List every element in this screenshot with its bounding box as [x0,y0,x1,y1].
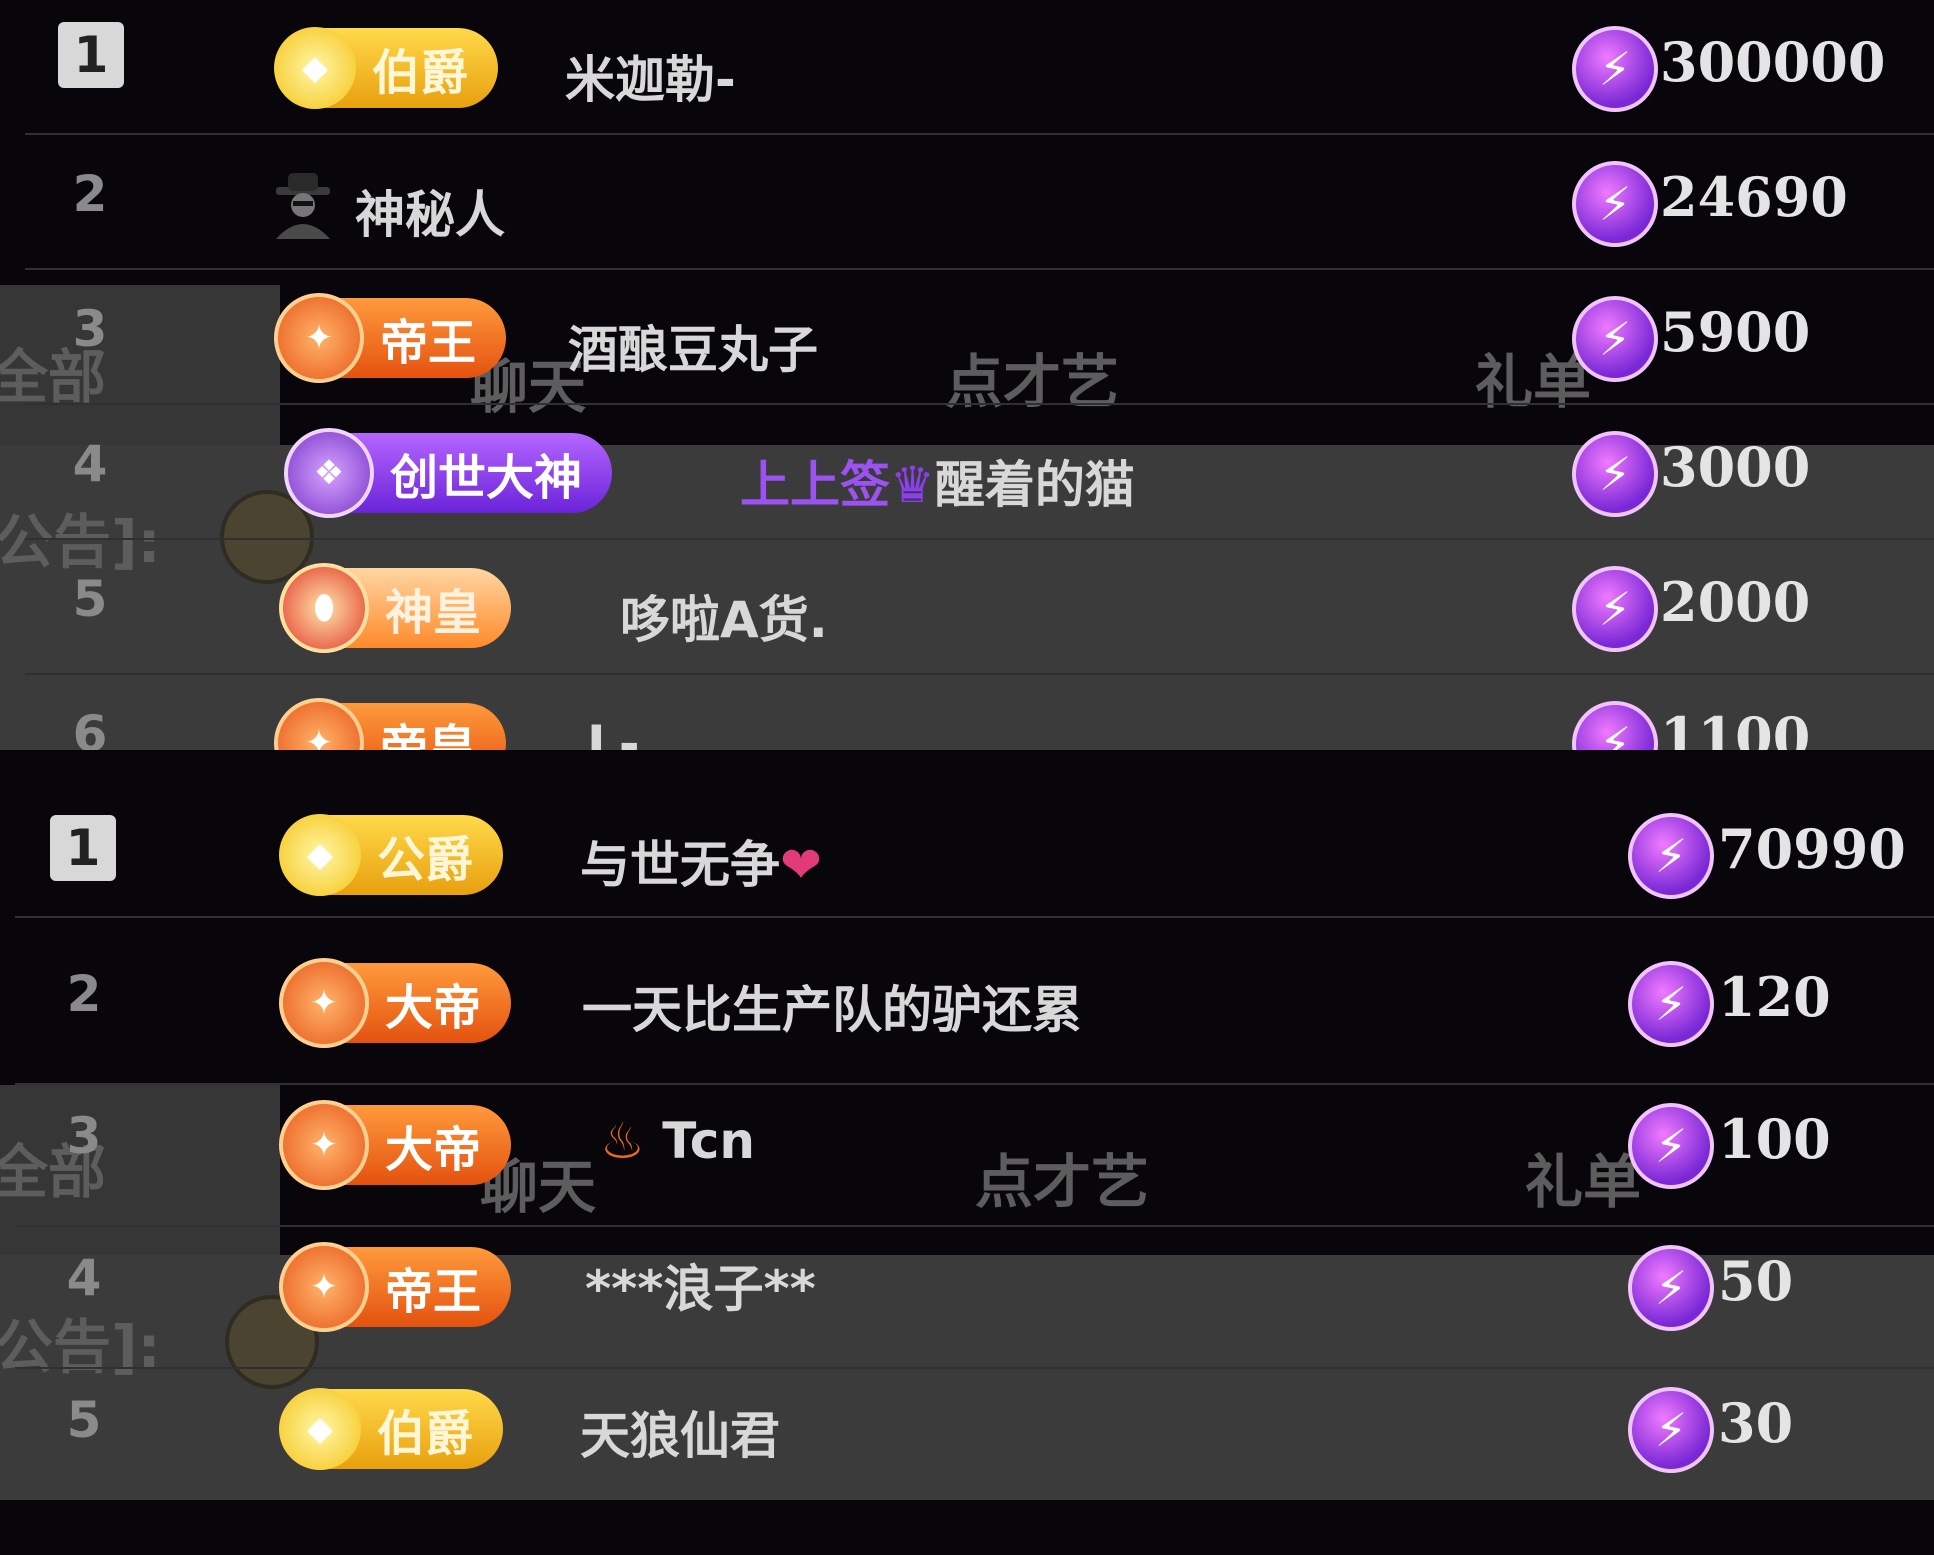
flame-icon: ♨ [600,1112,645,1170]
level-badge: ⬮ 神皇 [279,563,512,653]
diamond-icon: ◆ [274,27,356,109]
leaderboard-panel-1: 全部 公告]: 聊天 点才艺 礼单 1 ◆ 伯爵 米迦勒- ⚡ 300000 2… [0,0,1934,750]
level-badge: ✦ 帝王 [279,1242,512,1332]
leaderboard-row[interactable]: 2 ✦ 大帝 一天比生产队的驴还累 ⚡ 120 [0,945,1934,1085]
lightning-icon: ⚡ [1628,1245,1714,1331]
score-value: 70990 [1718,817,1906,881]
mystery-person-icon [276,173,330,239]
red-gem-icon: ⬮ [279,563,369,653]
score-value: 2000 [1660,570,1811,634]
score-value: 3000 [1660,435,1811,499]
username: 一天比生产队的驴还累 [582,981,1082,1039]
diamond-icon: ◆ [279,814,361,896]
lightning-icon: ⚡ [1628,813,1714,899]
rank-number: 5 [72,570,108,628]
leaderboard-row[interactable]: 1 ◆ 伯爵 米迦勒- ⚡ 300000 [0,0,1934,135]
leaderboard-panel-2: 全部 公告]: 聊天 点才艺 礼单 1 ◆ 公爵 与世无争❤ ⚡ 70990 2… [0,805,1934,1555]
username-with-tag: 上上签♛醒着的猫 [740,456,1135,514]
rank-number: 3 [66,1107,102,1165]
level-badge: ✦ 帝王 [274,293,507,383]
emblem-icon: ✦ [274,698,364,750]
level-badge: ◆ 公爵 [279,814,504,896]
leaderboard-row[interactable]: 3 ✦ 大帝 ♨ Tcn ⚡ 100 [0,1087,1934,1227]
lightning-icon: ⚡ [1572,296,1658,382]
rank-number: 6 [72,705,108,750]
score-value: 50 [1718,1249,1794,1313]
lightning-icon: ⚡ [1572,431,1658,517]
lightning-icon: ⚡ [1572,161,1658,247]
leaderboard-row[interactable]: 4 ✦ 帝王 ***浪子** ⚡ 50 [0,1229,1934,1369]
lightning-icon: ⚡ [1572,566,1658,652]
rank-number: 5 [66,1391,102,1449]
leaderboard-row[interactable]: 6 ✦ 帝皇 .L-. ⚡ 1100 [0,675,1934,750]
level-badge: ✦ 大帝 [279,1100,512,1190]
level-badge: ✦ 帝皇 [274,698,507,750]
rank-badge: 1 [58,22,124,88]
leaderboard-row[interactable]: 2 神秘人 ⚡ 24690 [0,135,1934,270]
rank-number: 2 [72,165,108,223]
rank-number: 4 [66,1249,102,1307]
lightning-icon: ⚡ [1628,1103,1714,1189]
lightning-icon: ⚡ [1572,26,1658,112]
rank-number: 2 [66,965,102,1023]
diamond-icon: ◆ [279,1388,361,1470]
crown-icon: ♛ [890,456,935,514]
leaderboard-row[interactable]: 4 ❖ 创世大神 上上签♛醒着的猫 ⚡ 3000 [0,405,1934,540]
score-value: 24690 [1660,165,1848,229]
lightning-icon: ⚡ [1572,701,1658,750]
level-badge: ◆ 伯爵 [274,27,499,109]
username: 米迦勒- [565,51,736,109]
username: 天狼仙君 [580,1407,780,1465]
emblem-icon: ✦ [274,293,364,383]
heart-icon: ❤ [780,836,822,894]
username: ***浪子** [585,1260,816,1318]
rank-number: 4 [72,435,108,493]
rank-badge: 1 [50,815,116,881]
leaderboard-row[interactable]: 1 ◆ 公爵 与世无争❤ ⚡ 70990 [0,805,1934,940]
emblem-icon: ✦ [279,958,369,1048]
winged-emblem-icon: ❖ [284,428,374,518]
leaderboard-row[interactable]: 5 ⬮ 神皇 哆啦A货. ⚡ 2000 [0,540,1934,675]
username-with-icon: ♨ Tcn [600,1112,755,1170]
emblem-icon: ✦ [279,1242,369,1332]
lightning-icon: ⚡ [1628,961,1714,1047]
username: 哆啦A货. [620,591,828,649]
level-badge: ◆ 伯爵 [279,1388,504,1470]
score-value: 1100 [1660,705,1811,750]
username: .L-. [568,715,659,750]
score-value: 30 [1718,1391,1794,1455]
lightning-icon: ⚡ [1628,1387,1714,1473]
level-badge: ❖ 创世大神 [284,428,613,518]
username: 酒酿豆丸子 [568,321,818,379]
score-value: 100 [1718,1107,1831,1171]
level-badge: ✦ 大帝 [279,958,512,1048]
emblem-icon: ✦ [279,1100,369,1190]
score-value: 120 [1718,965,1831,1029]
username: 神秘人 [355,186,505,244]
title-tag: 上上签 [740,456,890,514]
score-value: 300000 [1660,30,1886,94]
leaderboard-row[interactable]: 3 ✦ 帝王 酒酿豆丸子 ⚡ 5900 [0,270,1934,405]
score-value: 5900 [1660,300,1811,364]
leaderboard-row[interactable]: 5 ◆ 伯爵 天狼仙君 ⚡ 30 [0,1371,1934,1506]
rank-number: 3 [72,300,108,358]
username-with-icon: 与世无争❤ [580,836,822,894]
